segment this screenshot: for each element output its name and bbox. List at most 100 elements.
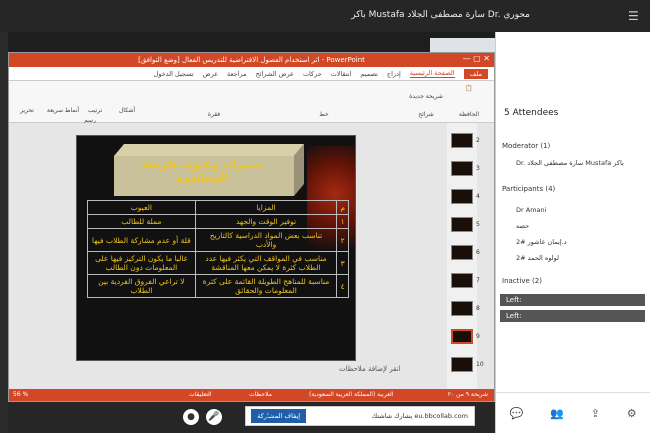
slide-canvas[interactable]: مميزات وعيوب طريقة المحاضرة العيوب المزا… (76, 135, 356, 361)
slide-thumbnail[interactable] (451, 301, 473, 316)
attendee-row[interactable]: د.إيمان عاشور #2 (516, 238, 567, 246)
tab-file[interactable]: ملف (463, 68, 488, 79)
slide-thumbnail[interactable] (451, 133, 473, 148)
session-bottom-bar: ● 🎤 يشارك شاشتك eu.bbcollab.com إيقاف ال… (8, 402, 495, 433)
attendees-icon[interactable]: 👥 (550, 407, 564, 420)
powerpoint-window: اثر استخدام الفصول الافتراضية للتدريس ال… (8, 52, 495, 402)
tab-animations[interactable]: حركات (303, 70, 322, 78)
paste-button[interactable]: 📋 (454, 85, 484, 92)
slide-thumbnails: 2 3 4 5 6 7 8 9 10 (447, 123, 484, 389)
tab-transitions[interactable]: انتقالات (331, 70, 352, 78)
cell-adv: تناسب بعض المواد الدراسية كالتاريخ والأد… (194, 228, 338, 252)
tab-slideshow[interactable]: عرض الشرائح (256, 70, 294, 78)
table-row: قلة أو عدم مشاركة الطلاب فيها تناسب بعض … (87, 228, 349, 252)
thumb-number: 4 (476, 193, 480, 200)
window-controls[interactable]: — ▢ ✕ (463, 54, 490, 63)
inactive-row[interactable]: Left: (500, 310, 645, 322)
left-strip (0, 32, 8, 433)
hide-button[interactable]: إخفاء (262, 411, 276, 419)
cell-adv: مناسب في المواقف التي يكثر فيها عدد الطل… (194, 251, 338, 275)
ppt-title-bar: اثر استخدام الفصول الافتراضية للتدريس ال… (9, 53, 494, 67)
table-row: لا تراعي الفروق الفردية بين الطلاب مناسب… (87, 274, 349, 298)
chat-icon[interactable]: 💬 (509, 407, 523, 420)
thumb-number: 2 (476, 137, 480, 144)
attendee-row[interactable]: Dr. سارة مصطفى الجلاد Mustafa باكر (516, 159, 624, 167)
presenter-name: باكر Mustafa سارة مصطفى الجلاد Dr. محوري (351, 10, 530, 20)
slide-thumbnail[interactable] (451, 245, 473, 260)
attendee-row[interactable]: حصه (516, 222, 529, 230)
slide-thumbnail[interactable] (451, 189, 473, 204)
slide-thumbnail[interactable] (451, 357, 473, 372)
thumb-number: 10 (476, 361, 484, 368)
thumb-number: 3 (476, 165, 480, 172)
slide-thumbnail[interactable] (451, 273, 473, 288)
thumb-number: 8 (476, 305, 480, 312)
microphone-icon[interactable]: 🎤 (206, 409, 222, 425)
thumb-number: 5 (476, 221, 480, 228)
header-number: م (336, 200, 349, 215)
editing-button[interactable]: تحرير (12, 107, 42, 114)
comparison-table: العيوب المزايا م مملة للطالب توفير الوقت… (87, 200, 349, 298)
cell-dis: لا تراعي الفروق الفردية بين الطلاب (87, 274, 196, 298)
cell-num: ٣ (336, 251, 349, 275)
ribbon: 📋 الحافظة شريحة جديدة شرائح خط فقرة أشكا… (9, 81, 494, 124)
moderator-header: Moderator (1) (502, 142, 551, 150)
group-slides: شرائح (418, 111, 434, 118)
tab-home[interactable]: الصفحة الرئيسية (409, 69, 455, 78)
table-row: غالبا ما يكون التركيز فيها على المعلومات… (87, 251, 349, 275)
cell-dis: غالبا ما يكون التركيز فيها على المعلومات… (87, 251, 196, 275)
cell-num: ١ (336, 214, 349, 229)
inactive-row[interactable]: Left: (500, 294, 645, 306)
quick-styles-button[interactable]: أنماط سريعة (46, 107, 80, 114)
cell-adv: مناسبة للمناهج الطويلة القائمة على كثرة … (194, 274, 338, 298)
slide-thumbnail[interactable] (451, 217, 473, 232)
inactive-header: Inactive (2) (502, 277, 542, 285)
notes-button[interactable]: ملاحظات (249, 389, 272, 401)
slide-title: مميزات وعيوب طريقة المحاضرة (141, 158, 263, 184)
group-clipboard: الحافظة (458, 111, 480, 118)
tab-design[interactable]: تصميم (360, 70, 378, 78)
thumb-number: 6 (476, 249, 480, 256)
menu-icon[interactable]: ☰ (628, 9, 642, 23)
tab-view[interactable]: عرض (203, 70, 218, 78)
share-content-icon[interactable]: ⇪ (591, 407, 600, 420)
slide-thumbnail[interactable] (451, 161, 473, 176)
cell-dis: مملة للطالب (87, 214, 196, 229)
attendees-title: 5 Attendees (504, 108, 559, 118)
shapes-button[interactable]: أشكال (112, 107, 142, 114)
participants-header: Participants (4) (502, 185, 556, 193)
arrange-button[interactable]: ترتيب (80, 107, 110, 114)
table-row: مملة للطالب توفير الوقت والجهد ١ (87, 214, 349, 229)
slide-counter: شريحة ٩ من ٢٠ (447, 391, 488, 398)
thumb-number: 7 (476, 277, 480, 284)
thumb-number: 9 (476, 333, 480, 340)
group-font: خط (319, 111, 329, 118)
tab-review[interactable]: مراجعة (227, 70, 247, 78)
share-notification-bar: يشارك شاشتك eu.bbcollab.com إيقاف المشار… (245, 406, 475, 426)
group-paragraph: فقرة (207, 111, 221, 118)
attendees-panel: 5 Attendees Moderator (1) Dr. سارة مصطفى… (495, 32, 650, 433)
language-indicator: العربية (المملكة العربية السعودية) (309, 391, 394, 398)
settings-icon[interactable]: ⚙ (627, 407, 637, 420)
tab-insert[interactable]: إدراج (387, 70, 401, 78)
zoom-level[interactable]: 56 % (13, 389, 28, 401)
stop-sharing-button[interactable]: إيقاف المشاركة (251, 409, 306, 423)
comments-button[interactable]: التعليقات (189, 389, 212, 401)
header-advantages: المزايا (194, 200, 338, 215)
cell-num: ٤ (336, 274, 349, 298)
share-text: يشارك شاشتك eu.bbcollab.com (371, 412, 468, 420)
attendee-row[interactable]: لولوه الحمد #2 (516, 254, 559, 262)
session-top-bar: باكر Mustafa سارة مصطفى الجلاد Dr. محوري… (0, 0, 650, 32)
cell-num: ٢ (336, 228, 349, 252)
cell-dis: قلة أو عدم مشاركة الطلاب فيها (87, 228, 196, 252)
status-bar: 56 % التعليقات ملاحظات العربية (المملكة … (9, 389, 494, 401)
sign-in-link[interactable]: تسجيل الدخول (154, 70, 194, 78)
header-disadvantages: العيوب (87, 200, 196, 215)
avatar[interactable]: ● (183, 409, 199, 425)
attendee-row[interactable]: Dr Amani (516, 206, 546, 214)
new-slide-button[interactable]: شريحة جديدة (406, 93, 446, 100)
slide-thumbnail-selected[interactable] (451, 329, 473, 344)
ribbon-tabs: ملف الصفحة الرئيسية إدراج تصميم انتقالات… (9, 67, 494, 81)
cell-adv: توفير الوقت والجهد (194, 214, 338, 229)
notes-placeholder[interactable]: انقر لإضافة ملاحظات (339, 365, 401, 373)
